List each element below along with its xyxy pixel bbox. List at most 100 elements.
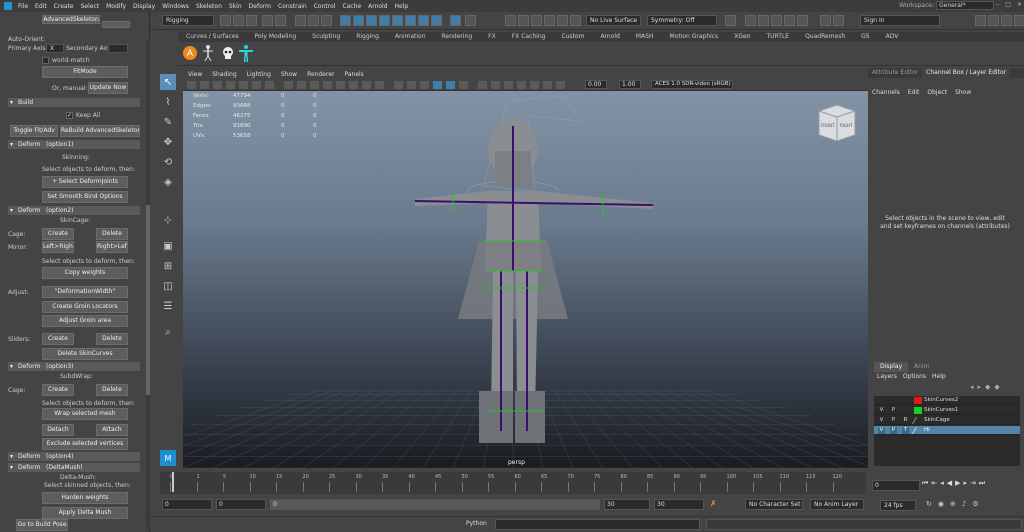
layer-display-type[interactable]: T [902,427,909,434]
layer-color-swatch[interactable] [914,407,922,414]
play-forward-icon[interactable]: ▶ [955,479,960,488]
play-back-icon[interactable]: ◀ [947,479,952,488]
minimize-icon[interactable]: – [996,1,999,8]
layer-row[interactable]: V P T Hi [874,426,1020,435]
viewport-tool-icon[interactable] [284,81,293,89]
save-scene-icon[interactable] [246,15,257,26]
highlight-selection-icon[interactable] [465,15,476,26]
outliner-view-icon[interactable]: ☰ [160,298,176,314]
playback-end-field[interactable]: 30 [604,499,650,510]
vp-menu-renderer[interactable]: Renderer [302,70,339,79]
viewport-tool-icon[interactable] [446,81,455,89]
tpose-icon[interactable] [238,44,254,62]
sign-in-button[interactable]: Sign In [860,15,940,26]
world-match-checkbox[interactable] [42,57,49,64]
step-back-key-icon[interactable]: ⇤ [931,479,937,488]
range-bar[interactable]: 0 [270,499,600,510]
tab-channel-box[interactable]: Channel Box / Layer Editor [922,68,1011,78]
viewport-tool-icon[interactable] [200,81,209,89]
section-deform-option1[interactable]: Deform (option1) [8,140,140,149]
set-smooth-bind-button[interactable]: Set Smooth Bind Options [42,191,128,203]
symmetry-dropdown[interactable]: Symmetry: Off [647,15,717,26]
mirror-right-left-button[interactable]: Right>Left [96,241,128,253]
layer-playback[interactable]: P [890,417,897,424]
keep-all-checkbox[interactable]: ✓ [66,112,73,119]
rebuild-button[interactable]: ReBuild AdvancedSkeleton [60,125,140,137]
maximize-icon[interactable]: □ [1005,1,1011,8]
menu-select[interactable]: Select [81,3,100,10]
adjust-groin-area-button[interactable]: Adjust Groin area [42,315,128,327]
shelf-tab-adv[interactable]: ADV [878,32,907,42]
hypershade-icon[interactable] [797,15,808,26]
update-now-button[interactable]: Update Now [88,82,128,94]
playback-start-field[interactable]: 0 [216,499,266,510]
close-icon[interactable]: ✕ [1017,1,1022,8]
deformation-width-button[interactable]: "DeformationWidth" [42,286,128,298]
collapse-button[interactable] [102,21,130,28]
go-to-start-icon[interactable]: ⏮ [922,479,928,488]
adv-a-icon[interactable]: A [182,44,198,62]
shelf-tab-gs[interactable]: GS [853,32,877,42]
viewport-tool-icon[interactable] [265,81,274,89]
menu-skeleton[interactable]: Skeleton [196,3,222,10]
redo-icon[interactable] [275,15,286,26]
menu-create[interactable]: Create [54,3,74,10]
layer-visibility[interactable]: V [878,427,885,434]
make-live-icon[interactable] [570,15,581,26]
snap-grid-icon[interactable] [505,15,516,26]
vp-menu-view[interactable]: View [183,70,207,79]
viewport-tool-icon[interactable] [226,81,235,89]
menu-control[interactable]: Control [314,3,336,10]
vp-menu-lighting[interactable]: Lighting [242,70,276,79]
viewport-tool-icon[interactable] [252,81,261,89]
snap-curve-icon[interactable] [518,15,529,26]
create-groin-locators-button[interactable]: Create Groin Locators [42,301,128,313]
construction-history-icon[interactable] [725,15,736,26]
layer-color-swatch[interactable] [911,427,925,434]
fps-dropdown[interactable]: 24 fps [880,500,916,511]
exposure-field[interactable]: 0.00 [585,80,607,89]
channel-box-toggle-icon[interactable] [1014,15,1024,26]
viewport-tool-icon[interactable] [187,81,196,89]
viewport-tool-icon[interactable] [213,81,222,89]
move-layer-down-icon[interactable]: ▸ [978,383,982,391]
layer-display-type[interactable]: R [902,417,909,424]
exclude-vertices-button[interactable]: Exclude selected vertices [42,438,128,450]
menu-channels[interactable]: Channels [868,88,904,98]
open-scene-icon[interactable] [233,15,244,26]
step-forward-key-icon[interactable]: ⇥ [970,479,976,488]
character-set-dropdown[interactable]: No Character Set [745,499,803,510]
tab-attribute-editor[interactable]: Attribute Editor [868,68,922,78]
shelf-tab-arnold[interactable]: Arnold [592,32,627,42]
tab-display-layers[interactable]: Display [874,362,909,372]
four-view-icon[interactable]: ⊞ [160,258,176,274]
viewport-tool-icon[interactable] [407,81,416,89]
select-by-dynamics-icon[interactable] [405,15,416,26]
viewport-tool-icon[interactable] [394,81,403,89]
audio-icon[interactable]: ♪ [962,500,966,508]
layer-row[interactable]: SkinCurves2 [874,396,1020,405]
detach-button[interactable]: Detach [42,424,74,436]
live-surface-dropdown[interactable]: No Live Surface [586,15,641,26]
shelf-tab-curves-surfaces[interactable]: Curves / Surfaces [178,32,247,42]
menu-file[interactable]: File [18,3,28,10]
subdwrap-create-button[interactable]: Create [42,384,74,396]
viewport-tool-icon[interactable] [543,81,552,89]
delete-skincurves-button[interactable]: Delete SkinCurves [42,348,128,360]
zoom-view-icon[interactable]: ⌕ [160,324,176,340]
section-deform-option4[interactable]: Deform (option4) [8,452,140,461]
undo-icon[interactable] [262,15,273,26]
modeling-toolkit-icon[interactable] [975,15,986,26]
select-by-deformer-icon[interactable] [392,15,403,26]
menu-skin[interactable]: Skin [229,3,242,10]
subdwrap-delete-button[interactable]: Delete [96,384,128,396]
viewport-tool-icon[interactable] [239,81,248,89]
section-deform-deltamush[interactable]: Deform (DeltaMush) [8,463,140,472]
step-forward-icon[interactable]: ▸ [963,479,967,488]
layer-row[interactable]: V P R SkinCage [874,416,1020,425]
prefs-icon[interactable]: ⚙ [972,500,978,508]
select-by-surface-icon[interactable] [379,15,390,26]
shelf-tab-turtle[interactable]: TURTLE [758,32,797,42]
snap-view-plane-icon[interactable] [557,15,568,26]
shelf-tab-sculpting[interactable]: Sculpting [304,32,348,42]
